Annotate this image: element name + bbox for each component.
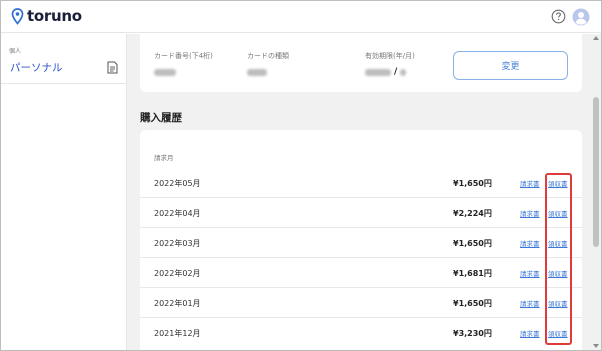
main-content: カード番号(下4桁) カードの種類 有効期限(年/月) / 変更 購入履歴 請求…: [127, 34, 601, 350]
receipt-link[interactable]: 領収書: [548, 328, 568, 338]
location-pin-icon: [11, 7, 24, 25]
card-type-label: カードの種類: [247, 52, 289, 60]
invoice-link[interactable]: 請求書: [520, 328, 540, 338]
expiry-separator: /: [394, 67, 398, 77]
sidebar-item-label: パーソナル: [10, 61, 63, 74]
logo[interactable]: toruno: [11, 7, 82, 25]
receipt-link[interactable]: 領収書: [548, 268, 568, 278]
receipt-link[interactable]: 領収書: [548, 298, 568, 308]
table-row: 2022年05月 ¥1,650円 請求書 領収書: [140, 168, 582, 198]
card-type-field: カードの種類: [247, 51, 289, 77]
card-type-value: [247, 67, 289, 77]
expiry-field: 有効期限(年/月) /: [365, 51, 415, 77]
column-header-billing-month: 請求月: [154, 154, 174, 162]
vertical-scrollbar[interactable]: [591, 34, 601, 350]
billing-month: 2021年12月: [154, 329, 201, 338]
scroll-up-arrow-icon[interactable]: [593, 36, 599, 40]
masked-value: [247, 68, 267, 76]
sidebar-divider: [1, 83, 126, 84]
receipt-link[interactable]: 領収書: [548, 238, 568, 248]
masked-value: [400, 68, 407, 76]
expiry-value: /: [365, 67, 415, 77]
invoice-link[interactable]: 請求書: [520, 208, 540, 218]
expiry-label: 有効期限(年/月): [365, 52, 415, 60]
top-header: toruno: [1, 1, 601, 33]
sidebar: 個人 パーソナル: [1, 34, 127, 350]
user-avatar-icon[interactable]: [572, 8, 590, 26]
scroll-down-arrow-icon[interactable]: [593, 344, 599, 348]
table-row: 2022年01月 ¥1,650円 請求書 領収書: [140, 288, 582, 318]
change-card-button[interactable]: 変更: [453, 51, 568, 80]
table-row: 2021年12月 ¥3,230円 請求書 領収書: [140, 318, 582, 348]
sidebar-group-label: 個人: [9, 48, 22, 55]
table-row: 2022年03月 ¥1,650円 請求書 領収書: [140, 228, 582, 258]
billing-month: 2022年02月: [154, 269, 201, 278]
receipt-link[interactable]: 領収書: [548, 178, 568, 188]
billing-amount: ¥1,650円: [453, 179, 492, 188]
logo-text: toruno: [27, 7, 82, 25]
billing-amount: ¥2,224円: [453, 209, 492, 218]
billing-month: 2022年04月: [154, 209, 201, 218]
billing-amount: ¥1,650円: [453, 299, 492, 308]
billing-amount: ¥1,681円: [453, 269, 492, 278]
invoice-link[interactable]: 請求書: [520, 268, 540, 278]
card-info-panel: カード番号(下4桁) カードの種類 有効期限(年/月) / 変更: [140, 34, 582, 92]
card-number-label: カード番号(下4桁): [154, 52, 213, 60]
receipt-link[interactable]: 領収書: [548, 208, 568, 218]
invoice-link[interactable]: 請求書: [520, 298, 540, 308]
masked-value: [154, 68, 176, 76]
scroll-thumb[interactable]: [593, 97, 599, 247]
table-row: 2022年04月 ¥2,224円 請求書 領収書: [140, 198, 582, 228]
app-window: toruno 個人 パーソナル カード番号(下4桁) カードの種類 有効期限(年…: [0, 0, 602, 351]
billing-amount: ¥3,230円: [453, 329, 492, 338]
invoice-link[interactable]: 請求書: [520, 238, 540, 248]
purchase-history-panel: 請求月 2022年05月 ¥1,650円 請求書 領収書 2022年04月 ¥2…: [140, 130, 582, 350]
billing-month: 2022年05月: [154, 179, 201, 188]
card-number-field: カード番号(下4桁): [154, 51, 213, 77]
purchase-history-title: 購入履歴: [140, 112, 182, 124]
table-row: 2022年02月 ¥1,681円 請求書 領収書: [140, 258, 582, 288]
billing-month: 2022年03月: [154, 239, 201, 248]
card-number-value: [154, 67, 213, 77]
billing-amount: ¥1,650円: [453, 239, 492, 248]
invoice-link[interactable]: 請求書: [520, 178, 540, 188]
sidebar-item-personal[interactable]: パーソナル: [1, 55, 126, 79]
question-circle-icon[interactable]: [551, 9, 566, 24]
billing-month: 2022年01月: [154, 299, 201, 308]
masked-value: [365, 68, 391, 76]
document-icon: [107, 61, 118, 74]
